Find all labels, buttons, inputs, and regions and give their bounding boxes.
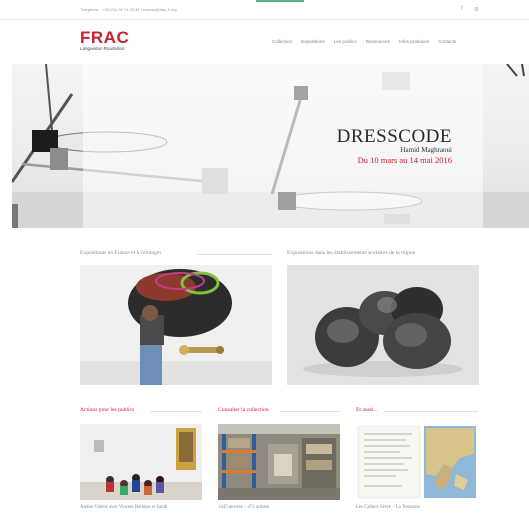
nav-item-infos[interactable]: Infos pratiques [399, 39, 429, 44]
actions-caption[interactable]: Atelier Vidéos avec Vincent Bethèze et S… [80, 505, 167, 510]
section-title-expo-schools[interactable]: Expositions dans les établissements scol… [287, 250, 415, 256]
site-logo[interactable]: FRAC Languedoc-Roussillon [80, 28, 130, 51]
collection-caption[interactable]: 1445 œuvres – 473 artistes [218, 505, 269, 510]
top-accent-line [256, 0, 304, 2]
facebook-icon[interactable]: f [461, 6, 463, 12]
section-title-more[interactable]: Et aussi... [356, 407, 378, 413]
nav-item-expositions[interactable]: Expositions [301, 39, 325, 44]
nav-item-publics[interactable]: Les publics [334, 39, 357, 44]
section-title-expo-france[interactable]: Expositions en France et à l'étranger [80, 250, 161, 256]
hero-artist: Hamid Maghraoui [400, 146, 452, 154]
expo-france-artwork [80, 265, 272, 385]
site-header: FRAC Languedoc-Roussillon Collection Exp… [0, 20, 529, 64]
logo-brand: FRAC [80, 28, 130, 47]
hero-caption: DRESSCODE Hamid Maghraoui Du 10 mars au … [337, 127, 452, 165]
actions-artwork [80, 424, 202, 500]
expo-schools-artwork [287, 265, 479, 385]
contact-info: Téléphone : +33 (0)4 99 74 20 35 | conta… [80, 7, 177, 12]
section-title-actions[interactable]: Actions pour les publics [80, 407, 134, 413]
expo-schools-image[interactable] [287, 265, 479, 385]
section-rule [150, 411, 202, 412]
hero-title: DRESSCODE [336, 126, 452, 147]
logo-region: Languedoc-Roussillon [80, 46, 125, 51]
nav-item-contacts[interactable]: Contacts [438, 39, 456, 44]
more-caption[interactable]: Les Cahiers Sèvre – La Tentation [356, 505, 420, 510]
top-bar: Téléphone : +33 (0)4 99 74 20 35 | conta… [0, 0, 529, 20]
collection-artwork [218, 424, 340, 500]
nav-item-collection[interactable]: Collection [272, 39, 292, 44]
hero-banner[interactable]: DRESSCODE Hamid Maghraoui Du 10 mars au … [12, 64, 529, 228]
more-image[interactable] [356, 424, 478, 500]
rss-icon[interactable]: ⊛ [474, 6, 479, 13]
actions-image[interactable] [80, 424, 202, 500]
section-rule [196, 254, 272, 255]
section-rule [384, 411, 478, 412]
hero-dates: Du 10 mars au 14 mai 2016 [357, 155, 452, 165]
expo-france-image[interactable] [80, 265, 272, 385]
section-rule [280, 411, 340, 412]
more-artwork [356, 424, 478, 500]
nav-item-ressources[interactable]: Ressources [366, 39, 390, 44]
section-title-collection[interactable]: Consulter la collection [218, 407, 269, 413]
collection-image[interactable] [218, 424, 340, 500]
main-nav: Collection Expositions Les publics Resso… [272, 39, 456, 44]
